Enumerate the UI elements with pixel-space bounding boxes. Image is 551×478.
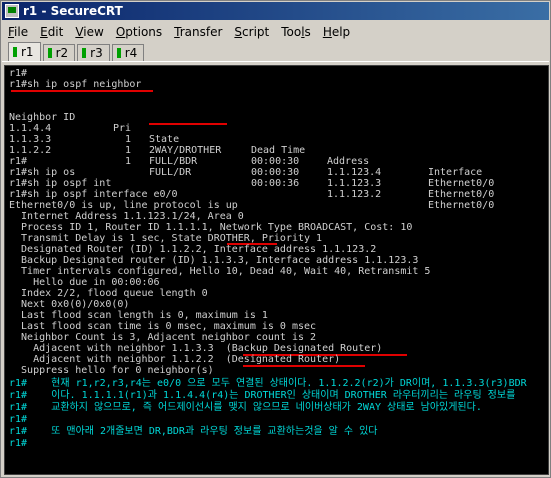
terminal-line: Suppress hello for 0 neighbor(s) bbox=[9, 365, 214, 376]
terminal-line: r1#sh ip ospf interface e0/0 bbox=[9, 189, 178, 200]
note-line: r1# bbox=[9, 438, 28, 449]
note-line: r1# 또 맨아래 2개줄보면 DR,BDR과 라우팅 정보를 교환하는것을 알… bbox=[9, 426, 378, 437]
terminal-line: Hello due in 00:00:06 bbox=[9, 277, 160, 288]
note-line: r1# 이다. 1.1.1.1(r1)과 1.1.4.4(r4)는 DROTHE… bbox=[9, 390, 516, 401]
terminal-line: r1#sh ip ospf neighbor bbox=[9, 79, 142, 90]
menu-transfer[interactable]: Transfer bbox=[168, 25, 228, 39]
window-title: r1 - SecureCRT bbox=[23, 4, 123, 18]
terminal-line: r1#sh ip ospf int bbox=[9, 178, 112, 189]
note-line: r1# bbox=[9, 414, 28, 425]
terminal-line: Adjacent with neighbor 1.1.2.2 (Designat… bbox=[9, 354, 341, 365]
terminal-line: Ethernet0/0 is up, line protocol is up bbox=[9, 200, 238, 211]
terminal-line: r1#sh ip os bbox=[9, 167, 76, 178]
connected-indicator-icon bbox=[47, 48, 52, 58]
terminal-line: r1# bbox=[9, 156, 28, 167]
terminal-view[interactable]: r1# r1#sh ip ospf neighbor Neighbor ID P… bbox=[4, 65, 549, 475]
table-row: 1.1.4.4 1 2WAY/DROTHER 00:00:30 1.1.123.… bbox=[9, 123, 495, 189]
menu-options[interactable]: Options bbox=[110, 25, 168, 39]
table-row: 1.1.2.2 1 FULL/DR 00:00:36 1.1.123.2 Eth… bbox=[9, 145, 495, 211]
connected-indicator-icon bbox=[82, 48, 87, 58]
terminal-line: Next 0x0(0)/0x0(0) bbox=[9, 299, 130, 310]
menu-edit[interactable]: Edit bbox=[34, 25, 69, 39]
terminal-line: Timer intervals configured, Hello 10, De… bbox=[9, 266, 431, 277]
connected-indicator-icon bbox=[13, 47, 17, 57]
terminal-line: r1# bbox=[9, 68, 28, 79]
menu-help[interactable]: Help bbox=[317, 25, 356, 39]
terminal-line: Designated Router (ID) 1.1.2.2, Interfac… bbox=[9, 244, 377, 255]
tab-r3[interactable]: r3 bbox=[77, 44, 110, 61]
title-bar[interactable]: r1 - SecureCRT bbox=[2, 2, 549, 20]
menu-file[interactable]: File bbox=[2, 25, 34, 39]
terminal-line: Last flood scan length is 0, maximum is … bbox=[9, 310, 268, 321]
securecrt-window: r1 - SecureCRT File Edit View Options Tr… bbox=[0, 0, 551, 478]
neighbor-table-header: Neighbor ID Pri State Dead Time Address … bbox=[9, 112, 483, 178]
menu-bar: File Edit View Options Transfer Script T… bbox=[2, 22, 549, 41]
securecrt-app-icon bbox=[5, 4, 19, 18]
tab-r1[interactable]: r1 bbox=[8, 42, 41, 61]
menu-script[interactable]: Script bbox=[228, 25, 275, 39]
tab-r2[interactable]: r2 bbox=[42, 44, 76, 61]
table-row: 1.1.3.3 1 FULL/BDR 00:00:30 1.1.123.3 Et… bbox=[9, 134, 495, 200]
terminal-line: Backup Designated router (ID) 1.1.3.3, I… bbox=[9, 255, 419, 266]
dr-underline bbox=[243, 365, 365, 367]
terminal-line: Process ID 1, Router ID 1.1.1.1, Network… bbox=[9, 222, 413, 233]
menu-tools[interactable]: Tools bbox=[275, 25, 317, 39]
menu-view[interactable]: View bbox=[69, 25, 109, 39]
terminal-line: Last flood scan time is 0 msec, maximum … bbox=[9, 321, 317, 332]
tab-r4[interactable]: r4 bbox=[111, 44, 145, 61]
note-line: r1# 교환하지 않으므로, 즉 어드제이선시를 맺지 않으므로 네이버상태가 … bbox=[9, 402, 482, 413]
session-tab-bar: r1 r2 r3 r4 bbox=[2, 42, 549, 62]
terminal-line: Internet Address 1.1.123.1/24, Area 0 bbox=[9, 211, 244, 222]
command-underline bbox=[11, 90, 153, 92]
terminal-line: Adjacent with neighbor 1.1.3.3 (Backup D… bbox=[9, 343, 383, 354]
note-line: r1# 현재 r1,r2,r3,r4는 e0/0 으로 모두 연결된 상태이다.… bbox=[9, 378, 527, 389]
terminal-line: Neighbor Count is 3, Adjacent neighbor c… bbox=[9, 332, 317, 343]
terminal-line: Index 2/2, flood queue length 0 bbox=[9, 288, 208, 299]
connected-indicator-icon bbox=[116, 48, 121, 58]
